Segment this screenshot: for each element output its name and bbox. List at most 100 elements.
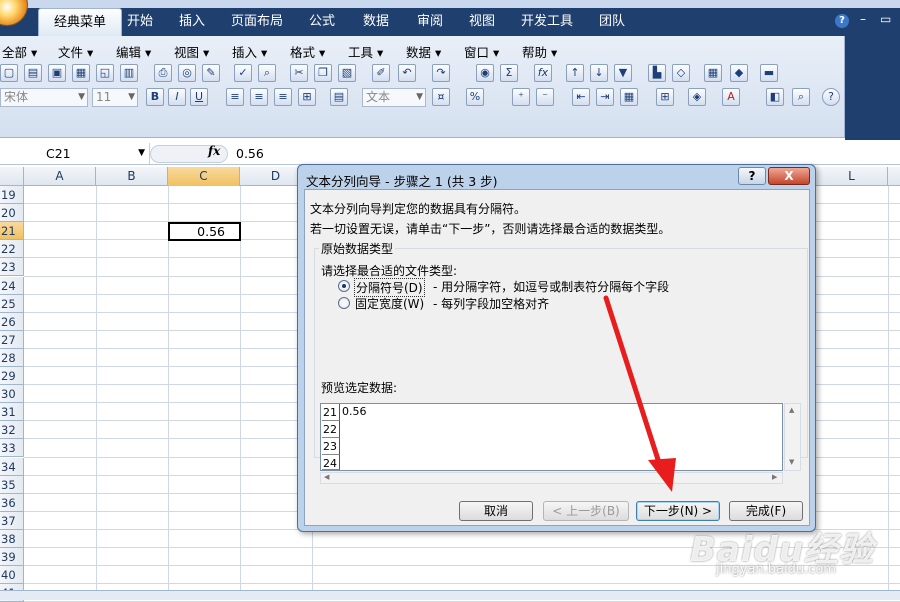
row-header[interactable]: 23 — [0, 258, 24, 277]
zoom-icon[interactable]: ⌕ — [792, 88, 810, 106]
spelling-icon[interactable]: ✓ — [234, 64, 252, 82]
row-header[interactable]: 33 — [0, 439, 24, 458]
column-header-a[interactable]: A — [24, 167, 96, 186]
currency-icon[interactable]: ¤ — [432, 88, 450, 106]
restore-icon[interactable]: ▭ — [880, 12, 891, 26]
row-header[interactable]: 20 — [0, 204, 24, 223]
row-header[interactable]: 40 — [0, 566, 24, 585]
research-icon[interactable]: ✎ — [202, 64, 220, 82]
save-icon[interactable]: ▣ — [48, 64, 66, 82]
sheet-tabs-bar[interactable] — [0, 590, 900, 600]
row-header[interactable]: 24 — [0, 276, 24, 295]
back-button[interactable]: < 上一步(B) — [543, 501, 629, 521]
sort-desc-icon[interactable]: ↓ — [590, 64, 608, 82]
preview-horizontal-scrollbar[interactable]: ◀ ▶ — [320, 472, 783, 484]
align-right-icon[interactable]: ≡ — [274, 88, 292, 106]
menu-insert[interactable]: 插入 ▾ — [232, 42, 267, 61]
tab-page-layout[interactable]: 页面布局 — [226, 8, 288, 36]
scroll-right-icon[interactable]: ▶ — [772, 473, 777, 481]
menu-data[interactable]: 数据 ▾ — [406, 42, 441, 61]
name-box[interactable]: C21 ▼ — [0, 143, 150, 164]
print-preview-icon[interactable]: ◱ — [96, 64, 114, 82]
copy-icon[interactable]: ❐ — [314, 64, 332, 82]
drawing-icon[interactable]: ◇ — [672, 64, 690, 82]
autosum-icon[interactable]: Σ — [500, 64, 518, 82]
preview-icon[interactable]: ◎ — [178, 64, 196, 82]
menu-edit[interactable]: 编辑 ▾ — [116, 42, 151, 61]
row-header[interactable]: 27 — [0, 330, 24, 349]
menu-view[interactable]: 视图 ▾ — [174, 42, 209, 61]
row-header[interactable]: 22 — [0, 240, 24, 259]
menu-file[interactable]: 文件 ▾ — [58, 42, 93, 61]
row-header[interactable]: 37 — [0, 511, 24, 530]
row-header[interactable]: 29 — [0, 367, 24, 385]
percent-icon[interactable]: % — [466, 88, 484, 106]
tab-formulas[interactable]: 公式 — [302, 8, 342, 36]
tab-review[interactable]: 审阅 — [410, 8, 450, 36]
tab-insert[interactable]: 插入 — [172, 8, 212, 36]
function-icon[interactable]: fx — [534, 64, 552, 82]
chart-icon[interactable]: ▙ — [648, 64, 666, 82]
column-header-l[interactable]: L — [816, 167, 888, 186]
style-icon[interactable]: ◧ — [766, 88, 784, 106]
column-header-c[interactable]: C — [168, 167, 240, 186]
help-circle-icon[interactable]: ? — [822, 88, 840, 106]
insert-function-icon[interactable]: fx — [208, 144, 220, 158]
fixed-width-radio[interactable] — [338, 297, 350, 309]
row-header[interactable]: 19 — [0, 186, 24, 204]
menu-format[interactable]: 格式 ▾ — [290, 42, 325, 61]
column-header-b[interactable]: B — [96, 167, 168, 186]
row-header[interactable]: 28 — [0, 348, 24, 367]
row-header[interactable]: 21 — [0, 222, 24, 241]
research2-icon[interactable]: ⌕ — [258, 64, 276, 82]
diamond-icon[interactable]: ◆ — [730, 64, 748, 82]
hyperlink-icon[interactable]: ◉ — [476, 64, 494, 82]
minimize-icon[interactable]: – — [860, 12, 866, 26]
italic-icon[interactable]: I — [168, 88, 186, 106]
folder-icon[interactable]: ▬ — [760, 64, 778, 82]
preview-vertical-scrollbar[interactable]: ▲ ▼ — [784, 403, 801, 471]
filter-icon[interactable]: ▼ — [614, 64, 632, 82]
merge-center-icon[interactable]: ⊞ — [298, 88, 316, 106]
open-icon[interactable]: ▤ — [24, 64, 42, 82]
finish-button[interactable]: 完成(F) — [729, 501, 803, 521]
paste-icon[interactable]: ▧ — [338, 64, 356, 82]
bold-icon[interactable]: B — [146, 88, 164, 106]
undo-icon[interactable]: ↶ — [398, 64, 416, 82]
cut-icon[interactable]: ✂ — [290, 64, 308, 82]
next-button[interactable]: 下一步(N) > — [636, 501, 720, 521]
redo-icon[interactable]: ↷ — [432, 64, 450, 82]
formula-content[interactable]: 0.56 — [236, 143, 264, 164]
font-color-icon[interactable]: A — [722, 88, 740, 106]
fixed-width-label[interactable]: 固定宽度(W) — [355, 295, 424, 312]
row-header[interactable]: 35 — [0, 475, 24, 494]
borders-icon[interactable]: ⊞ — [656, 88, 674, 106]
delimited-radio[interactable] — [338, 280, 350, 292]
tab-classic-menu[interactable]: 经典菜单 — [38, 8, 122, 36]
menu-help[interactable]: 帮助 ▾ — [522, 42, 557, 61]
font-name-combo[interactable]: 宋体 ▼ — [0, 88, 88, 107]
print-icon[interactable]: ▥ — [120, 64, 138, 82]
font-size-combo[interactable]: 11 ▼ — [92, 88, 138, 107]
align-center-icon[interactable]: ≡ — [250, 88, 268, 106]
sort-asc-icon[interactable]: ↑ — [566, 64, 584, 82]
decrease-indent-icon[interactable]: ⇤ — [572, 88, 590, 106]
help-icon[interactable]: ? — [835, 14, 849, 28]
table-icon[interactable]: ▦ — [704, 64, 722, 82]
dialog-close-button[interactable]: X — [768, 167, 810, 185]
row-header[interactable]: 36 — [0, 493, 24, 512]
permission-icon[interactable]: ▦ — [72, 64, 90, 82]
new-icon[interactable]: ▢ — [0, 64, 18, 82]
menu-window[interactable]: 窗口 ▾ — [464, 42, 499, 61]
select-all-corner[interactable] — [0, 167, 24, 186]
dialog-help-button[interactable]: ? — [738, 167, 766, 185]
tab-home[interactable]: 开始 — [122, 8, 158, 36]
scroll-left-icon[interactable]: ◀ — [324, 473, 329, 481]
tab-data[interactable]: 数据 — [356, 8, 396, 36]
format-painter-icon[interactable]: ✐ — [372, 64, 390, 82]
tab-view[interactable]: 视图 — [462, 8, 502, 36]
cell-format-icon[interactable]: ▦ — [620, 88, 638, 106]
scroll-up-icon[interactable]: ▲ — [789, 406, 794, 414]
decrease-decimal-icon[interactable]: ⁻ — [536, 88, 554, 106]
print2-icon[interactable]: ⎙ — [154, 64, 172, 82]
